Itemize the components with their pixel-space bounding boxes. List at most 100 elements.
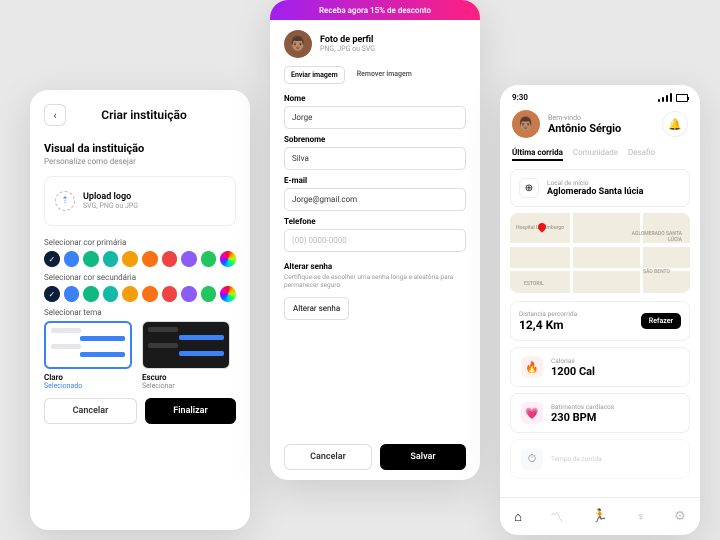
bpm-label: Batimentos cardíacos: [551, 403, 614, 411]
theme-option-dark[interactable]: Escuro Selecionar: [142, 321, 230, 390]
distance-value: 12,4 Km: [519, 318, 577, 332]
color-swatch[interactable]: [201, 251, 217, 267]
color-swatch[interactable]: [181, 286, 197, 302]
tab-last-run[interactable]: Última corrida: [512, 148, 563, 161]
tab-community[interactable]: Comunidade: [573, 148, 618, 161]
runner-icon: 🏃: [592, 509, 608, 524]
email-label: E-mail: [284, 176, 466, 185]
calories-label: Calorias: [551, 357, 595, 365]
send-image-button[interactable]: Enviar imagem: [284, 66, 345, 84]
theme-option-light[interactable]: Claro Selecionado: [44, 321, 132, 390]
finish-button[interactable]: Finalizar: [145, 398, 236, 424]
color-swatch[interactable]: [162, 286, 178, 302]
color-swatch[interactable]: [83, 286, 99, 302]
distance-label: Distancia percorrida: [519, 310, 577, 318]
color-swatch[interactable]: [181, 251, 197, 267]
tab-challenge[interactable]: Desafio: [628, 148, 655, 161]
password-hint: Certifique-se de escolher uma senha long…: [284, 273, 466, 290]
footer-buttons: Cancelar Finalizar: [44, 398, 236, 424]
battery-icon: [676, 94, 688, 102]
profile-edit-screen: Receba agora 15% de desconto 👨🏽 Foto de …: [270, 0, 480, 480]
color-swatch[interactable]: [122, 251, 138, 267]
upload-icon: ⇡: [55, 191, 75, 211]
run-tab[interactable]: 🏃: [592, 509, 608, 524]
clock-icon: ⏱: [521, 448, 543, 470]
change-password-button[interactable]: Alterar senha: [284, 297, 349, 320]
theme-options: Claro Selecionado Escuro Selecionar: [44, 321, 236, 390]
map-label: ESTORIL: [524, 281, 544, 287]
medal-tab[interactable]: ♆: [636, 509, 646, 525]
color-swatch[interactable]: ✓: [44, 286, 60, 302]
notifications-button[interactable]: 🔔: [662, 111, 688, 137]
color-swatch[interactable]: [142, 251, 158, 267]
color-swatch[interactable]: [103, 251, 119, 267]
username: Antônio Sérgio: [548, 122, 654, 135]
create-institution-screen: ‹ Criar instituição Visual da instituiçã…: [30, 90, 250, 530]
runtime-label: Tempo de corrida: [551, 455, 602, 463]
map[interactable]: Hospital Luxemburgo AGLOMERADO SANTA LÚC…: [510, 213, 690, 293]
color-swatch[interactable]: [201, 286, 217, 302]
bpm-card: 💗 Batimentos cardíacos 230 BPM: [510, 393, 690, 433]
discount-banner[interactable]: Receba agora 15% de desconto: [270, 0, 480, 20]
cancel-button[interactable]: Cancelar: [44, 398, 137, 424]
home-icon: ⌂: [514, 510, 522, 525]
runtime-card: ⏱ Tempo de corrida: [510, 439, 690, 479]
theme-name: Escuro: [142, 373, 230, 382]
header: 👨🏽 Bem-vindo Antônio Sérgio 🔔: [500, 106, 700, 148]
phone-label: Telefone: [284, 217, 466, 226]
color-picker-icon[interactable]: [220, 286, 236, 302]
calories-value: 1200 Cal: [551, 365, 595, 378]
surname-input[interactable]: Silva: [284, 147, 466, 170]
profile-title: Foto de perfil: [320, 35, 375, 45]
map-label: AGLOMERADO SANTA LÚCIA: [622, 231, 682, 243]
map-label: SÃO BENTO: [643, 269, 670, 275]
tabs: Última corrida Comunidade Desafio: [500, 148, 700, 169]
section-title: Visual da instituição: [44, 142, 236, 155]
color-swatch[interactable]: [64, 286, 80, 302]
phone-input[interactable]: (00) 0000-0000: [284, 229, 466, 252]
color-swatch[interactable]: [103, 286, 119, 302]
header: ‹ Criar instituição: [44, 104, 236, 126]
save-button[interactable]: Salvar: [380, 444, 466, 470]
back-button[interactable]: ‹: [44, 104, 66, 126]
stats-tab[interactable]: 〽: [550, 507, 563, 526]
settings-tab[interactable]: ⚙: [674, 509, 686, 524]
email-input[interactable]: Jorge@gmail.com: [284, 188, 466, 211]
color-swatch[interactable]: ✓: [44, 251, 60, 267]
target-icon: ⊕: [519, 178, 539, 198]
home-tab[interactable]: ⌂: [514, 509, 522, 525]
secondary-color-label: Selecionar cor secundária: [44, 273, 236, 282]
primary-swatches: ✓: [44, 251, 236, 267]
color-swatch[interactable]: [64, 251, 80, 267]
cancel-button[interactable]: Cancelar: [284, 444, 372, 470]
upload-title: Upload logo: [83, 192, 138, 202]
theme-preview: [44, 321, 132, 369]
color-swatch[interactable]: [122, 286, 138, 302]
run-tracker-screen: 9:30 👨🏽 Bem-vindo Antônio Sérgio 🔔 Últim…: [500, 85, 700, 535]
avatar[interactable]: 👨🏽: [512, 110, 540, 138]
theme-state: Selecionado: [44, 382, 132, 390]
theme-name: Claro: [44, 373, 132, 382]
remove-image-button[interactable]: Remover imagem: [351, 66, 418, 84]
color-swatch[interactable]: [142, 286, 158, 302]
color-swatch[interactable]: [162, 251, 178, 267]
chart-icon: 〽: [550, 511, 563, 526]
heart-icon: 💗: [521, 402, 543, 424]
name-label: Nome: [284, 94, 466, 103]
page-title: Criar instituição: [74, 108, 214, 122]
upload-logo-card[interactable]: ⇡ Upload logo SVG, PNG ou JPG: [44, 176, 236, 226]
redo-button[interactable]: Refazer: [641, 313, 681, 329]
medal-icon: ♆: [636, 510, 646, 525]
profile-header: 👨🏽 Foto de perfil PNG, JPG ou SVG: [284, 30, 466, 58]
name-input[interactable]: Jorge: [284, 106, 466, 129]
image-action-row: Enviar imagem Remover imagem: [284, 66, 466, 84]
calories-card: 🔥 Calorias 1200 Cal: [510, 347, 690, 387]
status-bar: 9:30: [500, 85, 700, 106]
upload-hint: SVG, PNG ou JPG: [83, 202, 138, 210]
secondary-swatches: ✓: [44, 286, 236, 302]
color-swatch[interactable]: [83, 251, 99, 267]
primary-color-label: Selecionar cor primária: [44, 238, 236, 247]
color-picker-icon[interactable]: [220, 251, 236, 267]
chevron-left-icon: ‹: [53, 109, 56, 122]
fire-icon: 🔥: [521, 356, 543, 378]
